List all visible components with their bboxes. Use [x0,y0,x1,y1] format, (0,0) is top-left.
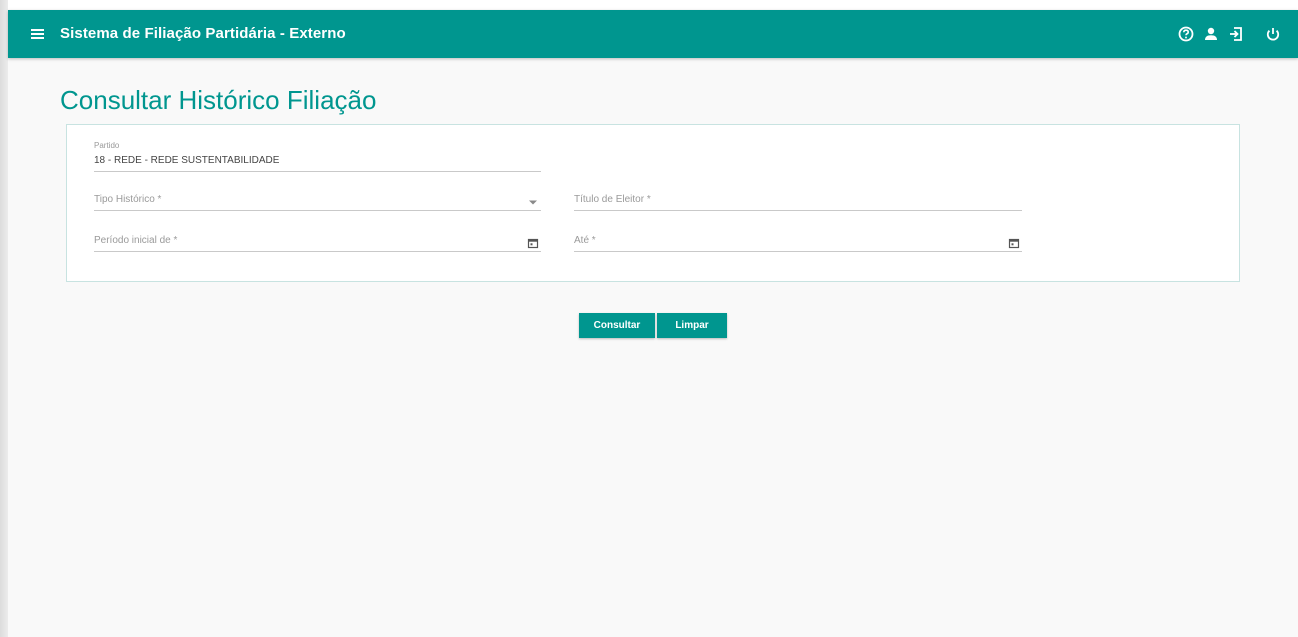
tipo-historico-select[interactable]: Tipo Histórico * [94,191,541,211]
periodo-inicial-placeholder: Período inicial de * [94,235,178,246]
user-icon[interactable] [1201,24,1221,44]
power-icon[interactable] [1263,24,1283,44]
tipo-historico-placeholder: Tipo Histórico * [94,194,162,205]
app-shell: Sistema de Filiação Partidária - Externo [8,10,1298,637]
window-left-edge [0,0,8,637]
hamburger-menu-icon[interactable] [28,24,50,44]
ate-underline [574,251,1022,252]
partido-underline [94,171,541,172]
ate-placeholder: Até * [574,235,596,246]
calendar-icon[interactable] [527,236,539,249]
periodo-inicial-input[interactable]: Período inicial de * [94,232,541,252]
page-title: Consultar Histórico Filiação [60,85,377,115]
limpar-button[interactable]: Limpar [657,313,727,338]
partido-value: 18 - REDE - REDE SUSTENTABILIDADE [94,155,280,166]
ate-input[interactable]: Até * [574,232,1022,252]
partido-field: Partido 18 - REDE - REDE SUSTENTABILIDAD… [94,141,541,172]
titulo-eleitor-input[interactable]: Título de Eleitor * [574,191,1022,211]
search-form-card: Partido 18 - REDE - REDE SUSTENTABILIDAD… [66,124,1240,282]
periodo-inicial-underline [94,251,541,252]
app-toolbar: Sistema de Filiação Partidária - Externo [8,10,1298,58]
app-title: Sistema de Filiação Partidária - Externo [60,25,346,42]
consultar-button[interactable]: Consultar [579,313,655,338]
help-icon[interactable] [1176,24,1196,44]
tipo-historico-underline [94,210,541,211]
titulo-eleitor-underline [574,210,1022,211]
dropdown-arrow-icon[interactable] [527,195,539,207]
partido-label: Partido [94,141,120,150]
login-icon[interactable] [1226,24,1246,44]
calendar-icon[interactable] [1008,236,1020,249]
titulo-eleitor-placeholder: Título de Eleitor * [574,194,651,205]
